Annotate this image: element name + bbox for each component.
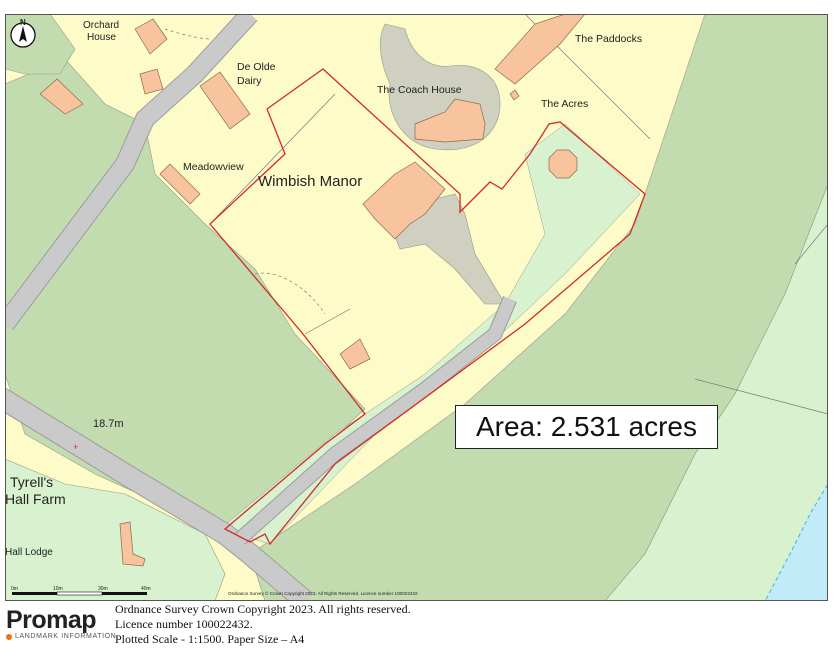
- label-de-olde-2: Dairy: [237, 75, 262, 87]
- copyright-line-3: Plotted Scale - 1:1500. Paper Size – A4: [115, 632, 305, 646]
- copyright-line-1: Ordnance Survey Crown Copyright 2023. Al…: [115, 602, 411, 616]
- gazebo-octagon: [548, 149, 578, 179]
- copyright-line-2: Licence number 100022432.: [115, 617, 253, 631]
- footer: Promap LANDMARK INFORMATION Ordnance Sur…: [0, 601, 834, 658]
- label-hall-lodge: Hall Lodge: [5, 547, 53, 558]
- label-wimbish-manor: Wimbish Manor: [258, 173, 362, 190]
- label-acres: The Acres: [541, 98, 588, 110]
- promap-logo: Promap LANDMARK INFORMATION: [6, 607, 116, 640]
- label-tyrells-2: Hall Farm: [5, 491, 66, 507]
- os-notice: Ordnance Survey © Crown Copyright 2023. …: [228, 590, 418, 596]
- logo-sub-text: LANDMARK INFORMATION: [15, 633, 117, 640]
- logo-dot-icon: [6, 633, 12, 640]
- logo-subtitle: LANDMARK INFORMATION: [6, 633, 116, 640]
- label-coach-house: The Coach House: [377, 84, 462, 96]
- copyright-block: Ordnance Survey Crown Copyright 2023. Al…: [115, 602, 411, 647]
- area-label: Area: 2.531 acres: [455, 405, 718, 449]
- logo-word: Promap: [6, 606, 97, 634]
- label-spot-height: 18.7m: [93, 418, 124, 430]
- scale-tick-3: 40m: [141, 586, 151, 592]
- label-paddocks: The Paddocks: [575, 33, 642, 45]
- north-letter: N: [20, 18, 26, 27]
- label-tyrells-1: Tyrell's: [10, 474, 53, 490]
- scale-tick-2: 30m: [98, 586, 108, 592]
- label-de-olde-1: De Olde: [237, 61, 276, 73]
- label-orchard-house-2: House: [87, 32, 116, 43]
- scale-tick-1: 10m: [53, 586, 63, 592]
- label-meadowview: Meadowview: [183, 161, 244, 173]
- site-plan-map: N Orchard House De Olde Dairy The Coach …: [5, 14, 828, 601]
- label-orchard-house-1: Orchard: [83, 20, 119, 31]
- scale-tick-0: 0m: [11, 586, 18, 592]
- spot-height-mark: +: [73, 442, 78, 452]
